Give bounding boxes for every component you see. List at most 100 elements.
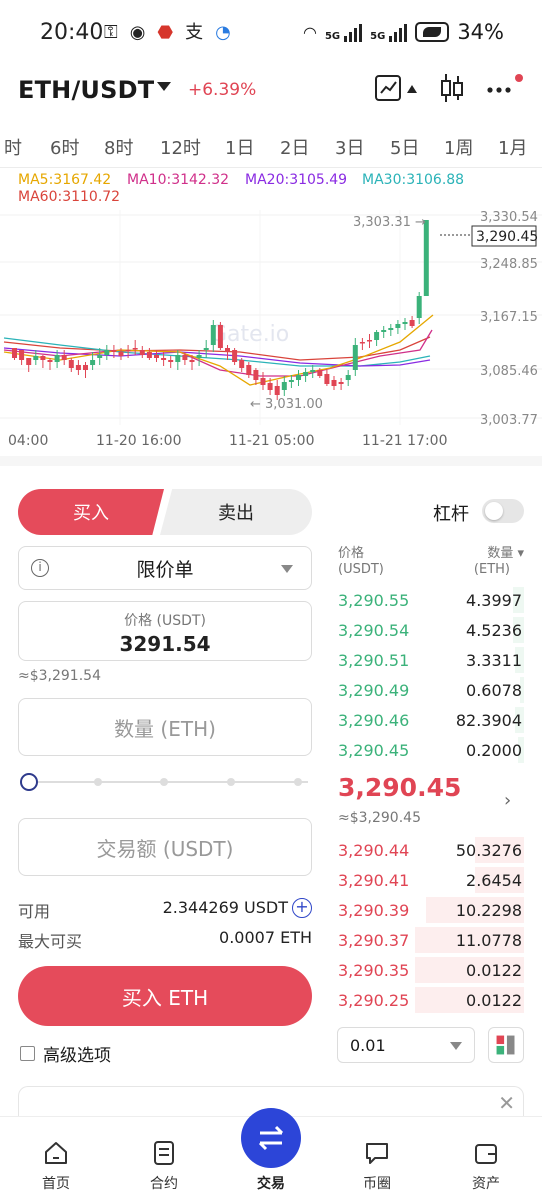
candle-body [296,375,301,380]
available-label: 可用 [18,902,51,921]
trade-button[interactable] [241,1108,301,1168]
candle-body [189,360,195,362]
order-type-select[interactable]: i 限价单 [18,546,312,590]
nav-futures[interactable]: 合约 [124,1117,204,1200]
tab-timeframe[interactable]: 6时 [50,134,79,160]
candle-body [239,360,245,368]
community-icon [366,1143,388,1164]
nav-home-label: 首页 [42,1176,70,1192]
orderbook-row[interactable]: 3,290.55 4.3997 [336,585,524,615]
tab-timeframe[interactable]: 8时 [104,134,133,160]
tab-timeframe[interactable]: 1月 [498,134,527,160]
orderbook-row[interactable]: 3,290.46 82.3904 [336,705,524,735]
time-axis-label: 11-20 16:00 [96,433,181,449]
buy-tab[interactable]: 买入 [18,489,164,535]
price-axis-label: 3,085.46 [480,364,538,379]
battery-icon [415,22,450,42]
chevron-right-icon[interactable]: › [504,790,511,811]
orderbook-qty-header[interactable]: 数量 ▾ (ETH) [474,546,524,578]
orderbook-qty: 0.6078 [466,681,522,700]
candle-body [83,365,88,370]
candle-body [97,355,103,358]
caret-down-icon[interactable] [157,82,171,91]
orderbook-row[interactable]: 3,290.35 0.0122 [336,955,524,985]
candlestick-chart[interactable]: Gate.io 3,290.45 3,303.31 → ← 3,031.00 3… [0,200,542,460]
orderbook-row[interactable]: 3,290.37 11.0778 [336,925,524,955]
nav-assets-label: 资产 [472,1176,500,1192]
tab-timeframe[interactable]: 2日 [280,134,309,160]
more-icon[interactable] [484,70,526,104]
candle-body [33,356,39,360]
tab-timeframe[interactable]: 3日 [335,134,364,160]
orderbook-price: 3,290.46 [338,711,410,730]
wallet-icon [475,1144,497,1164]
add-funds-icon[interactable]: + [292,898,312,918]
caret-up-icon[interactable] [406,84,418,94]
chart-type-icon[interactable] [374,74,402,102]
tab-timeframe[interactable]: 时 [4,134,22,160]
slider-handle[interactable] [20,773,38,791]
buy-eth-button[interactable]: 买入 ETH [18,966,312,1026]
close-icon[interactable]: ✕ [498,1091,515,1115]
slider-step[interactable] [227,778,235,786]
slider-step[interactable] [294,778,302,786]
orderbook-row[interactable]: 3,290.45 0.2000 [336,735,524,765]
slider-step[interactable] [160,778,168,786]
candle-body [409,320,415,326]
tab-timeframe[interactable]: 1周 [444,134,473,160]
depth-precision-select[interactable]: 0.01 [337,1027,475,1063]
candle-body [402,322,408,324]
orderbook-row[interactable]: 3,290.44 50.3276 [336,835,524,865]
section-divider [0,456,542,466]
orderbook-qty: 10.2298 [455,901,522,920]
candle-body [161,358,167,360]
info-icon[interactable]: i [31,559,49,577]
candle-body [146,352,152,358]
slider-step[interactable] [94,778,102,786]
ma5-label: MA5:3167.42 [18,172,112,188]
tab-timeframe[interactable]: 1日 [225,134,254,160]
advanced-options-checkbox[interactable] [20,1046,35,1061]
orderbook-row[interactable]: 3,290.51 3.3311 [336,645,524,675]
swap-arrows-icon [258,1125,284,1151]
nav-community[interactable]: 币圈 [337,1117,417,1200]
candle-body [12,348,17,358]
orderbook-price: 3,290.35 [338,961,410,980]
nav-trade-label: 交易 [257,1176,285,1192]
orderbook-row[interactable]: 3,290.39 10.2298 [336,895,524,925]
amount-input[interactable]: 交易额 (USDT) [18,818,312,876]
price-input-value[interactable]: 3291.54 [19,632,311,656]
max-buy-label: 最大可买 [18,932,83,951]
percentage-slider[interactable] [18,772,310,792]
orderbook-qty: 82.3904 [455,711,522,730]
candlestick-icon[interactable] [438,72,466,104]
tab-timeframe[interactable]: 12时 [160,134,201,160]
orderbook-row[interactable]: 3,290.41 2.6454 [336,865,524,895]
orderbook-row[interactable]: 3,290.54 4.5236 [336,615,524,645]
candle-body [281,382,287,390]
pair-selector[interactable]: ETH/USDT [18,76,154,104]
price-input[interactable]: 价格 (USDT) 3291.54 [18,601,312,661]
tab-timeframe[interactable]: 5日 [390,134,419,160]
orderbook-qty: 0.2000 [466,741,522,760]
candle-body [253,370,259,380]
nav-assets[interactable]: 资产 [446,1117,526,1200]
orderbook-last-price: 3,290.45 [338,773,462,802]
leverage-toggle[interactable] [482,499,524,523]
available-value: 2.344269 USDT [162,898,288,917]
nav-home[interactable]: 首页 [16,1117,96,1200]
candle-body [61,355,67,360]
price-axis-label: 3,167.15 [480,310,538,325]
orderbook-layout-icon[interactable] [488,1027,524,1063]
orderbook-qty: 4.3997 [466,591,522,610]
orderbook-qty: 0.0122 [466,961,522,980]
nav-futures-label: 合约 [150,1176,178,1192]
quantity-input[interactable]: 数量 (ETH) [18,698,312,756]
orderbook-row[interactable]: 3,290.49 0.6078 [336,675,524,705]
sell-tab[interactable]: 卖出 [160,489,312,535]
orderbook-row[interactable]: 3,290.25 0.0122 [336,985,524,1015]
candle-body [246,365,252,375]
futures-icon [154,1141,174,1165]
advanced-options[interactable]: 高级选项 [20,1041,111,1066]
candle-body [203,348,209,350]
